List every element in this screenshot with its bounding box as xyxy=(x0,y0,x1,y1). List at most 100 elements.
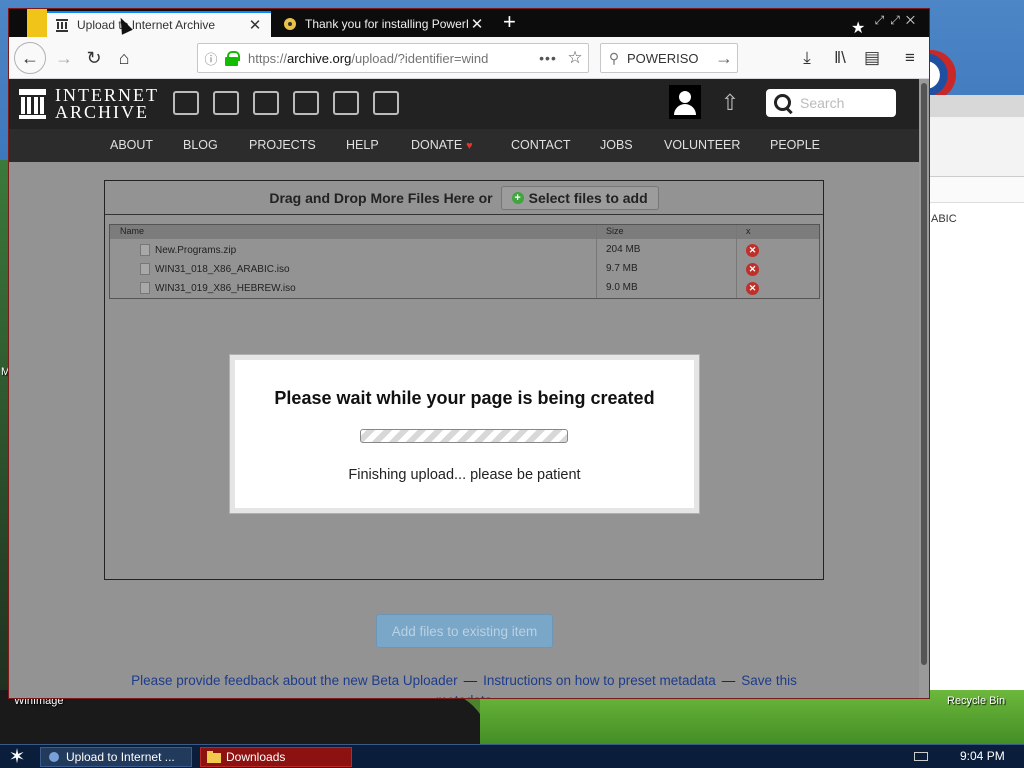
media-type-icons xyxy=(173,91,413,115)
browser-window: Upload to Internet Archive ✕ Thank you f… xyxy=(8,8,930,699)
nav-about[interactable]: ABOUT xyxy=(110,138,153,152)
internet-archive-logo[interactable]: INTERNET ARCHIVE xyxy=(19,86,159,122)
info-icon[interactable]: ⓘ xyxy=(198,49,224,68)
search-bar[interactable]: ⚲ POWERISO → xyxy=(600,43,738,73)
ia-header: INTERNET ARCHIVE ⇧ Search xyxy=(9,79,919,129)
search-input[interactable]: POWERISO xyxy=(627,51,711,66)
remove-file-icon[interactable]: ✕ xyxy=(746,263,759,276)
taskbar-item-browser[interactable]: Upload to Internet ... xyxy=(40,747,192,767)
column-remove: x xyxy=(746,226,751,236)
pinned-tab[interactable] xyxy=(27,9,47,37)
web-icon[interactable] xyxy=(173,91,199,115)
heart-icon: ♥ xyxy=(466,140,473,152)
search-icon xyxy=(772,92,794,114)
tab-upload-internet-archive[interactable]: Upload to Internet Archive ✕ xyxy=(47,11,271,37)
progress-bar xyxy=(360,429,568,443)
plus-icon: + xyxy=(511,191,524,204)
file-row: WIN31_018_X86_ARABIC.iso 9.7 MB ✕ xyxy=(110,260,819,279)
background-window[interactable]: ABIC xyxy=(928,95,1024,690)
tab-poweriso[interactable]: Thank you for installing PowerISO! ✕ xyxy=(275,11,493,37)
nav-jobs[interactable]: JOBS xyxy=(600,138,633,152)
search-go-arrow-icon[interactable]: → xyxy=(711,48,737,69)
progress-modal: Please wait while your page is being cre… xyxy=(229,354,700,514)
drop-text: Drag and Drop More Files Here or xyxy=(269,189,493,206)
lock-icon[interactable] xyxy=(224,51,242,66)
poweriso-favicon-icon xyxy=(283,17,297,31)
keyboard-icon[interactable] xyxy=(914,752,928,761)
page-scrollbar[interactable] xyxy=(919,79,929,698)
file-row: WIN31_019_X86_HEBREW.iso 9.0 MB ✕ xyxy=(110,279,819,298)
start-star-icon[interactable]: ✶ xyxy=(6,746,28,768)
column-size[interactable]: Size xyxy=(606,226,624,236)
video-icon[interactable] xyxy=(253,91,279,115)
software-icon[interactable] xyxy=(333,91,359,115)
search-icon: ⚲ xyxy=(608,49,620,66)
select-files-button[interactable]: + Select files to add xyxy=(500,185,659,210)
modal-message: Finishing upload... please be patient xyxy=(348,467,581,483)
close-tab-icon[interactable]: ✕ xyxy=(247,16,263,34)
taskbar-clock[interactable]: 9:04 PM xyxy=(960,749,1005,763)
audio-icon[interactable] xyxy=(293,91,319,115)
star-icon: ★ xyxy=(851,20,866,37)
user-account-icon[interactable] xyxy=(669,85,701,119)
footer-links: Please provide feedback about the new Be… xyxy=(104,671,824,698)
images-icon[interactable] xyxy=(373,91,399,115)
file-name: New.Programs.zip xyxy=(155,244,237,256)
back-arrow-icon[interactable]: ← xyxy=(14,42,46,74)
file-icon xyxy=(140,244,150,256)
column-name[interactable]: Name xyxy=(120,226,144,236)
new-tab-button[interactable]: + xyxy=(503,9,516,37)
folder-icon xyxy=(207,751,221,763)
taskbar: ✶ Upload to Internet ... Downloads 9:04 … xyxy=(0,744,1024,768)
download-icon[interactable]: ⤓ xyxy=(794,45,820,71)
file-icon xyxy=(140,263,150,275)
forward-arrow-icon[interactable]: → xyxy=(51,45,77,71)
nav-blog[interactable]: BLOG xyxy=(183,138,218,152)
file-size: 9.7 MB xyxy=(606,263,638,274)
nav-donate[interactable]: DONATE ♥ xyxy=(411,138,473,152)
ia-search-box[interactable]: Search xyxy=(766,89,896,117)
page-content: INTERNET ARCHIVE ⇧ Search ABOUT BLOG PRO… xyxy=(9,79,919,698)
home-icon[interactable]: ⌂ xyxy=(111,45,137,71)
sidebar-icon[interactable]: ▤ xyxy=(859,45,885,71)
page-actions-more-icon[interactable]: ••• xyxy=(534,50,562,66)
nav-people[interactable]: PEOPLE xyxy=(770,138,820,152)
upload-icon[interactable]: ⇧ xyxy=(719,91,741,115)
nav-contact[interactable]: CONTACT xyxy=(511,138,571,152)
add-files-button[interactable]: Add files to existing item xyxy=(376,614,553,648)
taskbar-item-downloads[interactable]: Downloads xyxy=(200,747,352,767)
desktop-icon-recycle-bin[interactable]: Recycle Bin xyxy=(947,695,1005,707)
url-text[interactable]: https://archive.org/upload/?identifier=w… xyxy=(248,51,534,66)
menu-icon[interactable]: ≡ xyxy=(897,45,923,71)
remove-file-icon[interactable]: ✕ xyxy=(746,282,759,295)
address-bar[interactable]: ⓘ https://archive.org/upload/?identifier… xyxy=(197,43,589,73)
file-row: New.Programs.zip 204 MB ✕ xyxy=(110,241,819,260)
remove-file-icon[interactable]: ✕ xyxy=(746,244,759,257)
bookmark-star-icon[interactable]: ☆ xyxy=(562,48,588,68)
logo-text-archive: ARCHIVE xyxy=(55,102,149,122)
window-controls[interactable]: ⤢⤢✕ xyxy=(875,13,921,28)
ia-search-placeholder: Search xyxy=(800,95,845,111)
background-window-text: ABIC xyxy=(931,213,957,225)
modal-title: Please wait while your page is being cre… xyxy=(274,388,655,408)
ia-top-nav: ABOUT BLOG PROJECTS HELP DONATE ♥ CONTACT… xyxy=(9,129,919,162)
nav-projects[interactable]: PROJECTS xyxy=(249,138,316,152)
library-icon[interactable]: ‖\ xyxy=(827,45,853,71)
navigation-toolbar: ← → ↻ ⌂ ⓘ https://archive.org/upload/?id… xyxy=(9,37,929,79)
tab-label: Thank you for installing PowerISO! xyxy=(305,17,469,31)
file-size: 204 MB xyxy=(606,244,641,255)
close-tab-icon[interactable]: ✕ xyxy=(469,15,485,33)
file-size: 9.0 MB xyxy=(606,282,638,293)
nav-volunteer[interactable]: VOLUNTEER xyxy=(664,138,740,152)
texts-icon[interactable] xyxy=(213,91,239,115)
tab-bar: Upload to Internet Archive ✕ Thank you f… xyxy=(9,9,929,37)
browser-icon xyxy=(47,751,61,763)
file-name: WIN31_018_X86_ARABIC.iso xyxy=(155,263,290,275)
feedback-link[interactable]: Please provide feedback about the new Be… xyxy=(131,673,457,688)
archive-favicon-icon xyxy=(55,18,69,32)
nav-help[interactable]: HELP xyxy=(346,138,379,152)
drop-zone[interactable]: Drag and Drop More Files Here or + Selec… xyxy=(105,181,823,215)
preset-metadata-link[interactable]: Instructions on how to preset metadata xyxy=(483,673,716,688)
archive-temple-icon xyxy=(19,89,46,119)
reload-icon[interactable]: ↻ xyxy=(81,45,107,71)
